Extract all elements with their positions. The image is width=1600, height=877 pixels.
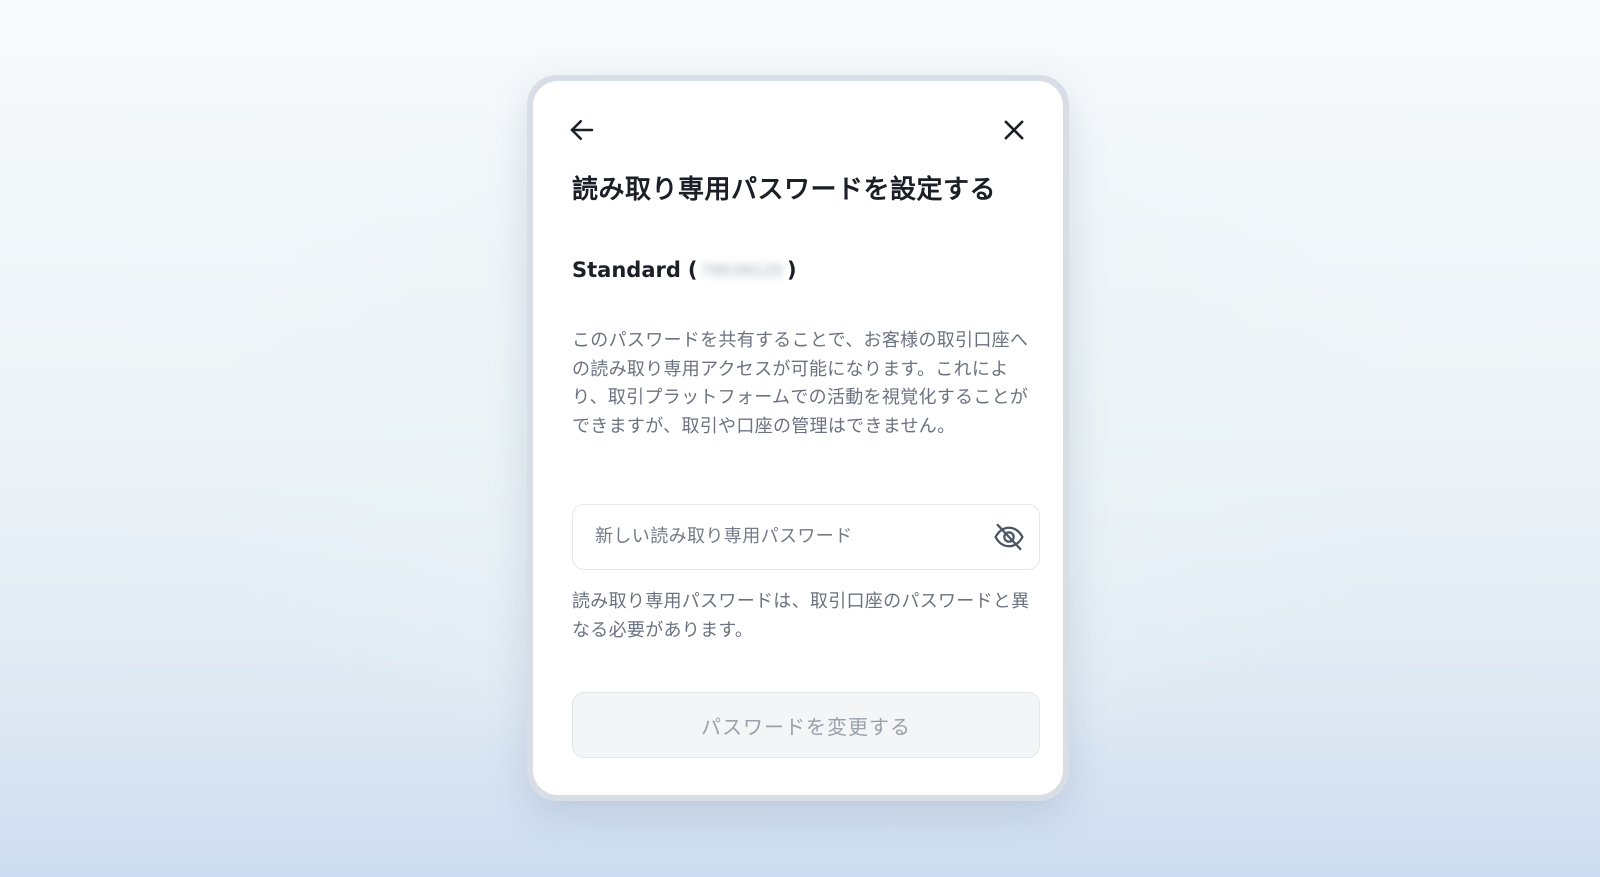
- account-open-paren: (: [687, 258, 698, 282]
- account-label: Standard ( 79539125 ): [572, 258, 797, 282]
- dialog-title: 読み取り専用パスワードを設定する: [572, 175, 997, 205]
- close-icon: [1004, 120, 1024, 140]
- back-button[interactable]: [562, 110, 602, 150]
- close-button[interactable]: [994, 110, 1034, 150]
- description-text: このパスワードを共有することで、お客様の取引口座への読み取り専用アクセスが可能に…: [572, 330, 1029, 437]
- toggle-visibility-button[interactable]: [989, 517, 1029, 557]
- password-input[interactable]: [595, 505, 965, 568]
- account-close-paren: ): [786, 258, 797, 282]
- account-type: Standard: [572, 258, 681, 282]
- arrow-left-icon: [570, 120, 594, 140]
- helper-text: 読み取り専用パスワードは、取引口座のパスワードと異なる必要があります。: [572, 591, 1030, 641]
- password-dialog: 読み取り専用パスワードを設定する Standard ( 79539125 ) こ…: [533, 81, 1063, 795]
- account-id-redacted: 79539125: [701, 260, 783, 280]
- dialog-frame: 読み取り専用パスワードを設定する Standard ( 79539125 ) こ…: [527, 75, 1069, 801]
- password-field: [572, 504, 1040, 570]
- change-password-button[interactable]: パスワードを変更する: [572, 692, 1040, 758]
- eye-off-icon: [994, 523, 1024, 551]
